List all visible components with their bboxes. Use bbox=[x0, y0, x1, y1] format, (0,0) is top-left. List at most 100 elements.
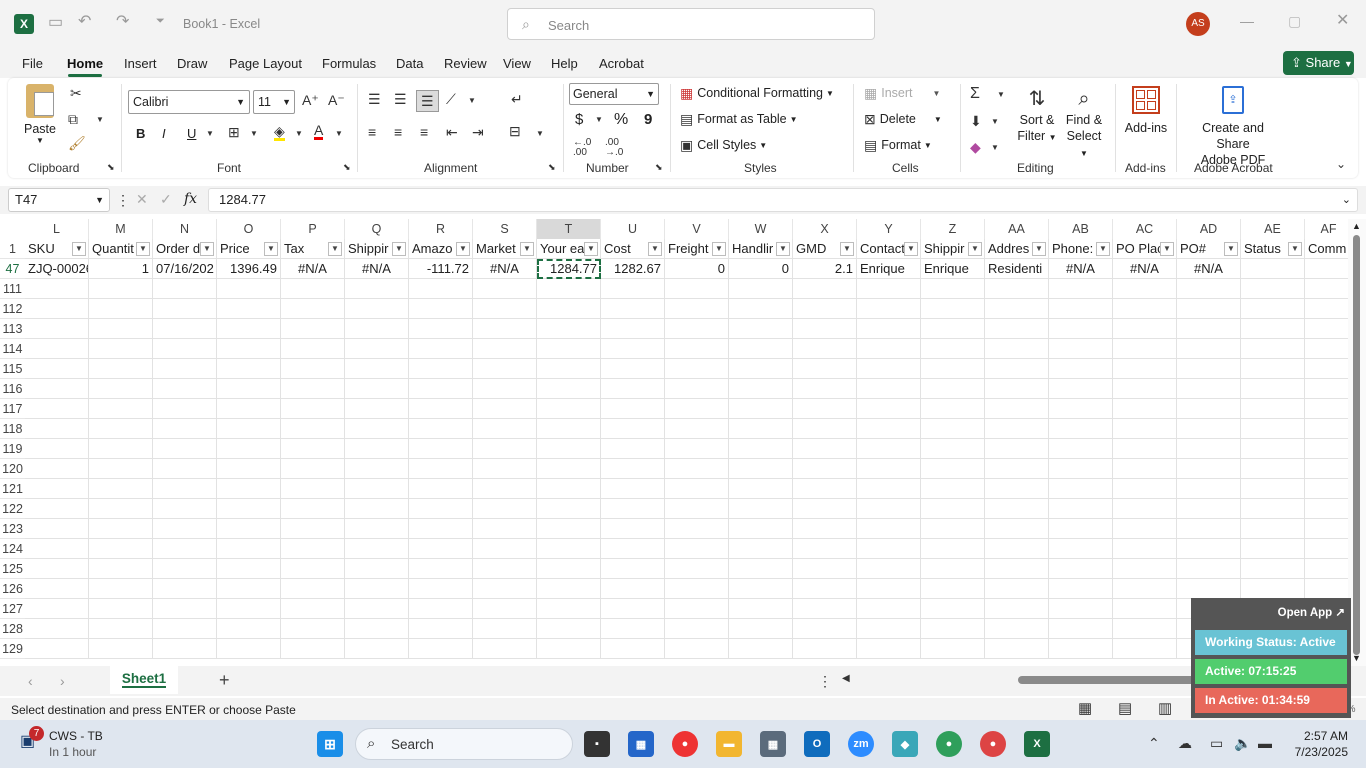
empty-cell[interactable] bbox=[537, 579, 601, 599]
empty-cell[interactable] bbox=[1305, 379, 1353, 399]
column-header[interactable]: V bbox=[665, 219, 729, 239]
empty-cell[interactable] bbox=[345, 599, 409, 619]
row-header[interactable]: 129 bbox=[0, 639, 25, 659]
row-header[interactable]: 122 bbox=[0, 499, 25, 519]
cell-styles-button[interactable]: ▣ Cell Styles ▼ bbox=[680, 138, 767, 152]
empty-cell[interactable] bbox=[857, 279, 921, 299]
table-cell[interactable]: #N/A bbox=[1113, 259, 1177, 279]
header-cell[interactable]: Phone: ▼ bbox=[1049, 239, 1113, 259]
empty-cell[interactable] bbox=[153, 579, 217, 599]
store-icon[interactable]: ▦ bbox=[628, 731, 654, 757]
empty-cell[interactable] bbox=[1177, 379, 1241, 399]
empty-cell[interactable] bbox=[1177, 419, 1241, 439]
empty-cell[interactable] bbox=[153, 439, 217, 459]
empty-cell[interactable] bbox=[25, 419, 89, 439]
header-cell[interactable]: Handlir ▼ bbox=[729, 239, 793, 259]
search-box[interactable]: ⌕ Search bbox=[507, 8, 875, 40]
empty-cell[interactable] bbox=[729, 539, 793, 559]
empty-cell[interactable] bbox=[345, 339, 409, 359]
empty-cell[interactable] bbox=[793, 579, 857, 599]
empty-cell[interactable] bbox=[729, 619, 793, 639]
empty-cell[interactable] bbox=[1241, 539, 1305, 559]
empty-cell[interactable] bbox=[985, 539, 1049, 559]
empty-cell[interactable] bbox=[985, 619, 1049, 639]
chevron-down-icon[interactable]: ▼ bbox=[206, 130, 214, 138]
row-header[interactable]: 123 bbox=[0, 519, 25, 539]
empty-cell[interactable] bbox=[1305, 359, 1353, 379]
empty-cell[interactable] bbox=[409, 399, 473, 419]
empty-cell[interactable] bbox=[25, 279, 89, 299]
empty-cell[interactable] bbox=[89, 279, 153, 299]
row-header[interactable]: 124 bbox=[0, 539, 25, 559]
empty-cell[interactable] bbox=[985, 279, 1049, 299]
empty-cell[interactable] bbox=[25, 379, 89, 399]
empty-cell[interactable] bbox=[1241, 319, 1305, 339]
empty-cell[interactable] bbox=[729, 459, 793, 479]
empty-cell[interactable] bbox=[153, 539, 217, 559]
empty-cell[interactable] bbox=[217, 379, 281, 399]
format-as-table-button[interactable]: ▤ Format as Table ▼ bbox=[680, 112, 798, 126]
outlook-icon[interactable]: O bbox=[804, 731, 830, 757]
chevron-down-icon[interactable]: ▼ bbox=[997, 91, 1005, 99]
expand-formula-icon[interactable]: ⌄ bbox=[1342, 189, 1351, 211]
empty-cell[interactable] bbox=[1113, 379, 1177, 399]
empty-cell[interactable] bbox=[25, 519, 89, 539]
empty-cell[interactable] bbox=[601, 599, 665, 619]
empty-cell[interactable] bbox=[729, 439, 793, 459]
empty-cell[interactable] bbox=[537, 459, 601, 479]
empty-cell[interactable] bbox=[345, 519, 409, 539]
empty-cell[interactable] bbox=[153, 279, 217, 299]
filter-dropdown-icon[interactable]: ▼ bbox=[520, 242, 534, 256]
empty-cell[interactable] bbox=[537, 379, 601, 399]
empty-cell[interactable] bbox=[1241, 299, 1305, 319]
empty-cell[interactable] bbox=[281, 379, 345, 399]
empty-cell[interactable] bbox=[473, 619, 537, 639]
empty-cell[interactable] bbox=[1305, 419, 1353, 439]
empty-cell[interactable] bbox=[793, 419, 857, 439]
column-header[interactable]: AB bbox=[1049, 219, 1113, 239]
empty-cell[interactable] bbox=[1241, 399, 1305, 419]
header-cell[interactable]: PO# ▼ bbox=[1177, 239, 1241, 259]
empty-cell[interactable] bbox=[217, 479, 281, 499]
row-header[interactable]: 118 bbox=[0, 419, 25, 439]
empty-cell[interactable] bbox=[89, 359, 153, 379]
conditional-formatting-button[interactable]: ▦ Conditional Formatting ▼ bbox=[680, 86, 834, 100]
copy-icon[interactable]: ⧉ bbox=[68, 112, 78, 126]
empty-cell[interactable] bbox=[409, 279, 473, 299]
empty-cell[interactable] bbox=[1113, 539, 1177, 559]
column-header[interactable]: AF bbox=[1305, 219, 1353, 239]
empty-cell[interactable] bbox=[729, 519, 793, 539]
empty-cell[interactable] bbox=[921, 559, 985, 579]
empty-cell[interactable] bbox=[857, 519, 921, 539]
empty-cell[interactable] bbox=[473, 439, 537, 459]
empty-cell[interactable] bbox=[281, 459, 345, 479]
empty-cell[interactable] bbox=[25, 599, 89, 619]
empty-cell[interactable] bbox=[281, 359, 345, 379]
increase-indent-icon[interactable]: ⇥ bbox=[472, 125, 484, 139]
empty-cell[interactable] bbox=[473, 459, 537, 479]
decrease-font-icon[interactable]: A⁻ bbox=[328, 93, 345, 107]
header-cell[interactable]: Shippir ▼ bbox=[345, 239, 409, 259]
empty-cell[interactable] bbox=[345, 579, 409, 599]
tab-draw[interactable]: Draw bbox=[177, 56, 207, 71]
empty-cell[interactable] bbox=[217, 519, 281, 539]
avatar[interactable]: AS bbox=[1186, 12, 1210, 36]
chevron-down-icon[interactable]: ▼ bbox=[335, 130, 343, 138]
empty-cell[interactable] bbox=[473, 319, 537, 339]
empty-cell[interactable] bbox=[345, 299, 409, 319]
empty-cell[interactable] bbox=[89, 399, 153, 419]
empty-cell[interactable] bbox=[473, 359, 537, 379]
empty-cell[interactable] bbox=[857, 579, 921, 599]
header-cell[interactable]: Your ea ▼ bbox=[537, 239, 601, 259]
empty-cell[interactable] bbox=[1113, 639, 1177, 659]
column-header[interactable]: N bbox=[153, 219, 217, 239]
header-cell[interactable]: Contact ▼ bbox=[857, 239, 921, 259]
empty-cell[interactable] bbox=[857, 319, 921, 339]
empty-cell[interactable] bbox=[89, 459, 153, 479]
empty-cell[interactable] bbox=[1177, 499, 1241, 519]
empty-cell[interactable] bbox=[1049, 579, 1113, 599]
more-options-icon[interactable]: ⋮ bbox=[818, 674, 832, 688]
empty-cell[interactable] bbox=[1049, 419, 1113, 439]
empty-cell[interactable] bbox=[1049, 599, 1113, 619]
empty-cell[interactable] bbox=[153, 399, 217, 419]
